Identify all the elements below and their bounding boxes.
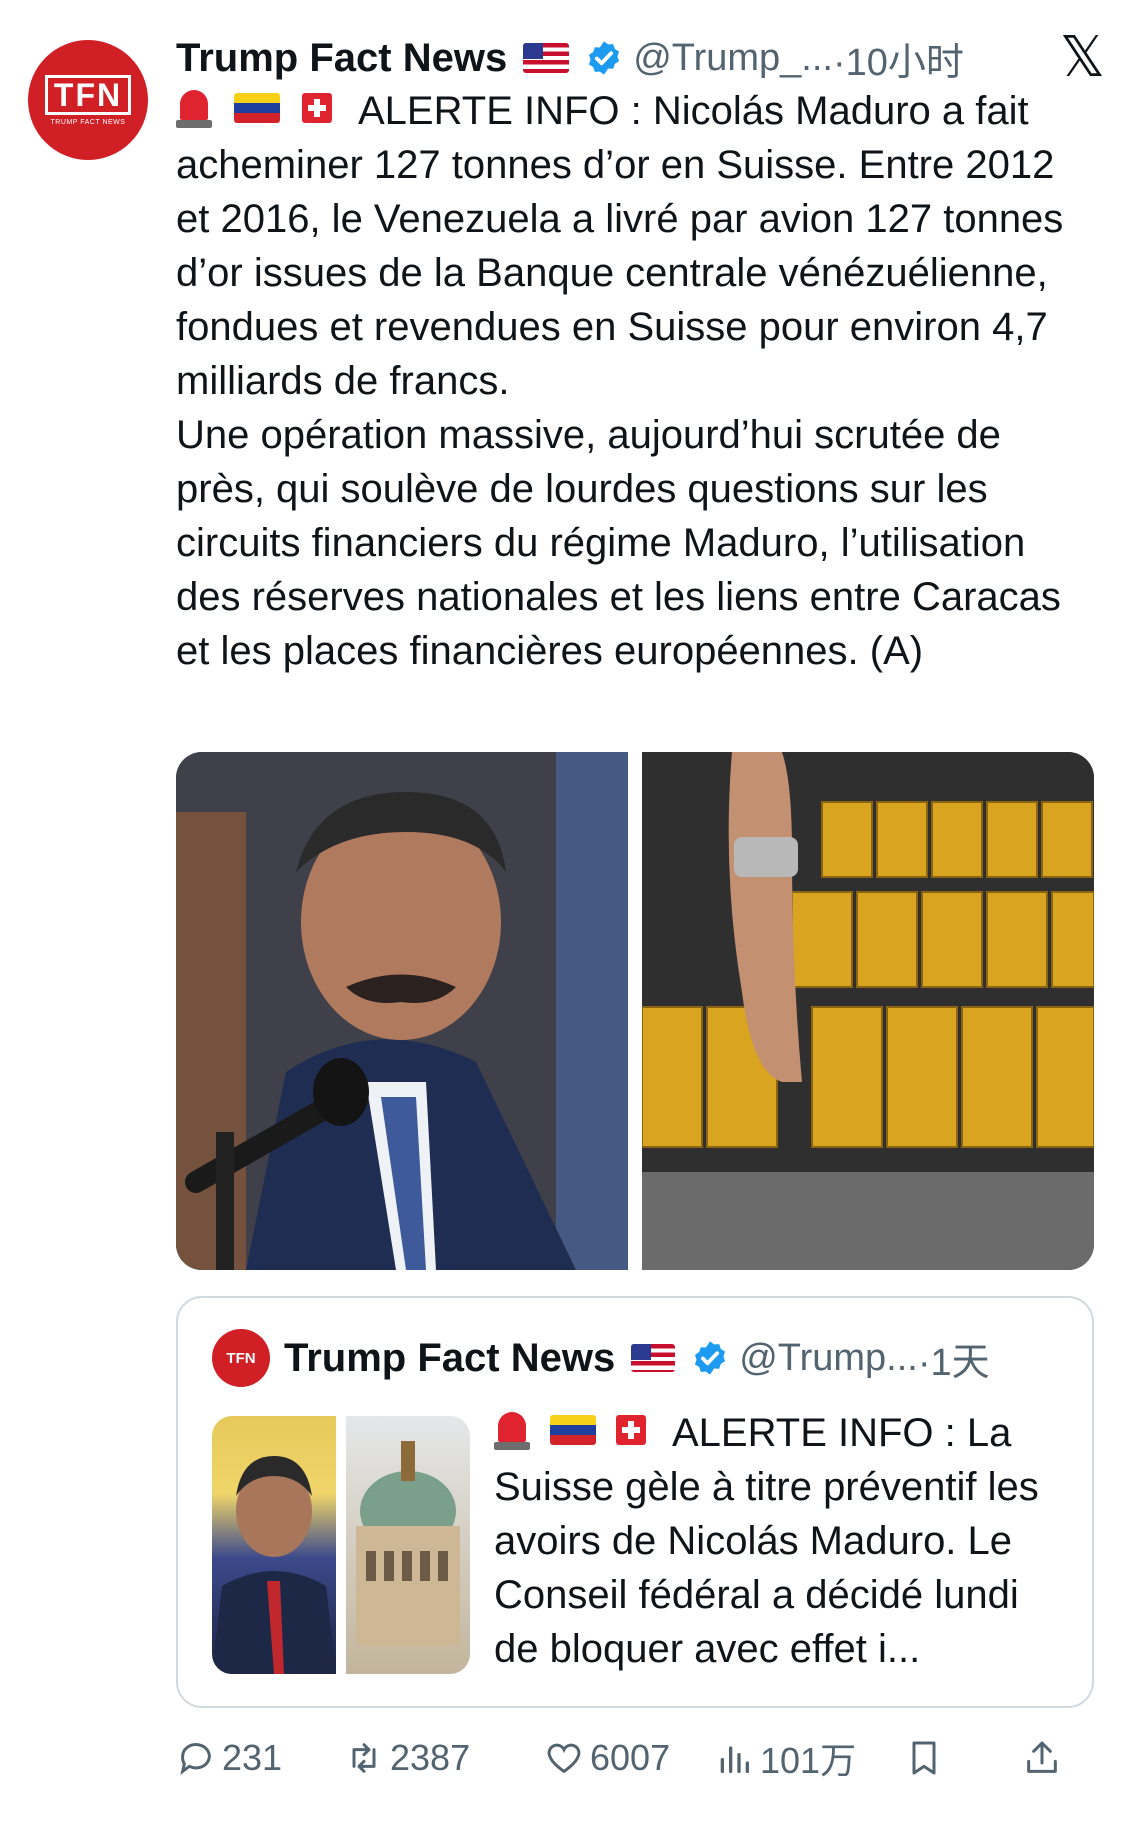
heart-icon (547, 1743, 581, 1774)
views-chart-icon (720, 1746, 749, 1773)
quoted-maduro-thumbnail (212, 1416, 336, 1674)
switzerland-flag-icon (302, 93, 332, 123)
tweet-header: Trump Fact News @Trump_... ·10小时 𝕏 (176, 28, 1105, 88)
like-button[interactable]: 6007 (544, 1737, 714, 1779)
action-bar: 231 2387 6007 101万 (176, 1728, 1094, 1788)
retweet-icon (352, 1743, 376, 1773)
venezuela-flag-icon (550, 1415, 596, 1445)
share-icon (1027, 1741, 1057, 1773)
verified-badge-icon (695, 1341, 726, 1375)
tweet-media[interactable] (176, 752, 1094, 1270)
switzerland-flag-icon (616, 1415, 646, 1445)
author-name[interactable]: Trump Fact News (176, 36, 507, 81)
reply-icon (180, 1743, 211, 1775)
siren-emoji-icon (494, 1408, 530, 1452)
tweet-time[interactable]: ·10小时 (833, 31, 964, 86)
tweet-lead: ALERTE INFO : Nicolás Maduro a fait ache… (176, 89, 1064, 403)
maduro-photo[interactable] (176, 752, 628, 1270)
federal-palace-illustration (356, 1441, 460, 1646)
federal-palace-thumbnail (346, 1416, 470, 1674)
us-flag-icon (523, 43, 570, 73)
gold-bars-illustration (642, 752, 1094, 1270)
author-handle[interactable]: @Trump_... (633, 37, 833, 80)
bookmark-icon (912, 1741, 936, 1775)
siren-emoji-icon (176, 86, 212, 130)
quoted-maduro-illustration (212, 1456, 336, 1674)
retweet-count: 2387 (390, 1737, 471, 1778)
maduro-illustration (176, 752, 628, 1270)
venezuela-flag-icon (234, 93, 280, 123)
gold-bars-photo[interactable] (642, 752, 1094, 1270)
quoted-handle[interactable]: @Trump... (739, 1337, 918, 1380)
quoted-media[interactable] (212, 1416, 470, 1674)
avatar-logo: TFN (44, 74, 132, 115)
tweet-body: Une opération massive, aujourd’hui scrut… (176, 413, 1061, 673)
bookmark-button[interactable] (904, 1738, 1022, 1778)
quoted-time[interactable]: ·1天 (918, 1331, 990, 1386)
verified-badge-icon (589, 41, 620, 75)
quoted-avatar[interactable]: TFN (212, 1329, 270, 1387)
quoted-tweet[interactable]: TFN Trump Fact News @Trump... ·1天 ALERTE… (176, 1296, 1094, 1708)
x-logo-icon[interactable]: 𝕏 (1060, 30, 1105, 86)
avatar-subtitle: TRUMP FACT NEWS (50, 118, 126, 126)
retweet-button[interactable]: 2387 (344, 1737, 544, 1779)
reply-count: 231 (222, 1737, 283, 1778)
quoted-text: ALERTE INFO : La Suisse gèle à titre pré… (494, 1406, 1074, 1676)
us-flag-icon (631, 1344, 676, 1372)
quoted-header: TFN Trump Fact News @Trump... ·1天 (212, 1328, 1072, 1388)
tweet-text: ALERTE INFO : Nicolás Maduro a fait ache… (176, 84, 1096, 678)
views-button[interactable]: 101万 (714, 1732, 904, 1784)
like-count: 6007 (590, 1737, 671, 1778)
emoji-group (176, 86, 332, 130)
quoted-author-name[interactable]: Trump Fact News (284, 1336, 615, 1381)
reply-button[interactable]: 231 (176, 1737, 344, 1779)
share-button[interactable] (1022, 1738, 1068, 1778)
author-avatar[interactable]: TFN TRUMP FACT NEWS (28, 40, 148, 160)
emoji-group (494, 1408, 646, 1452)
views-count: 101万 (760, 1740, 857, 1781)
